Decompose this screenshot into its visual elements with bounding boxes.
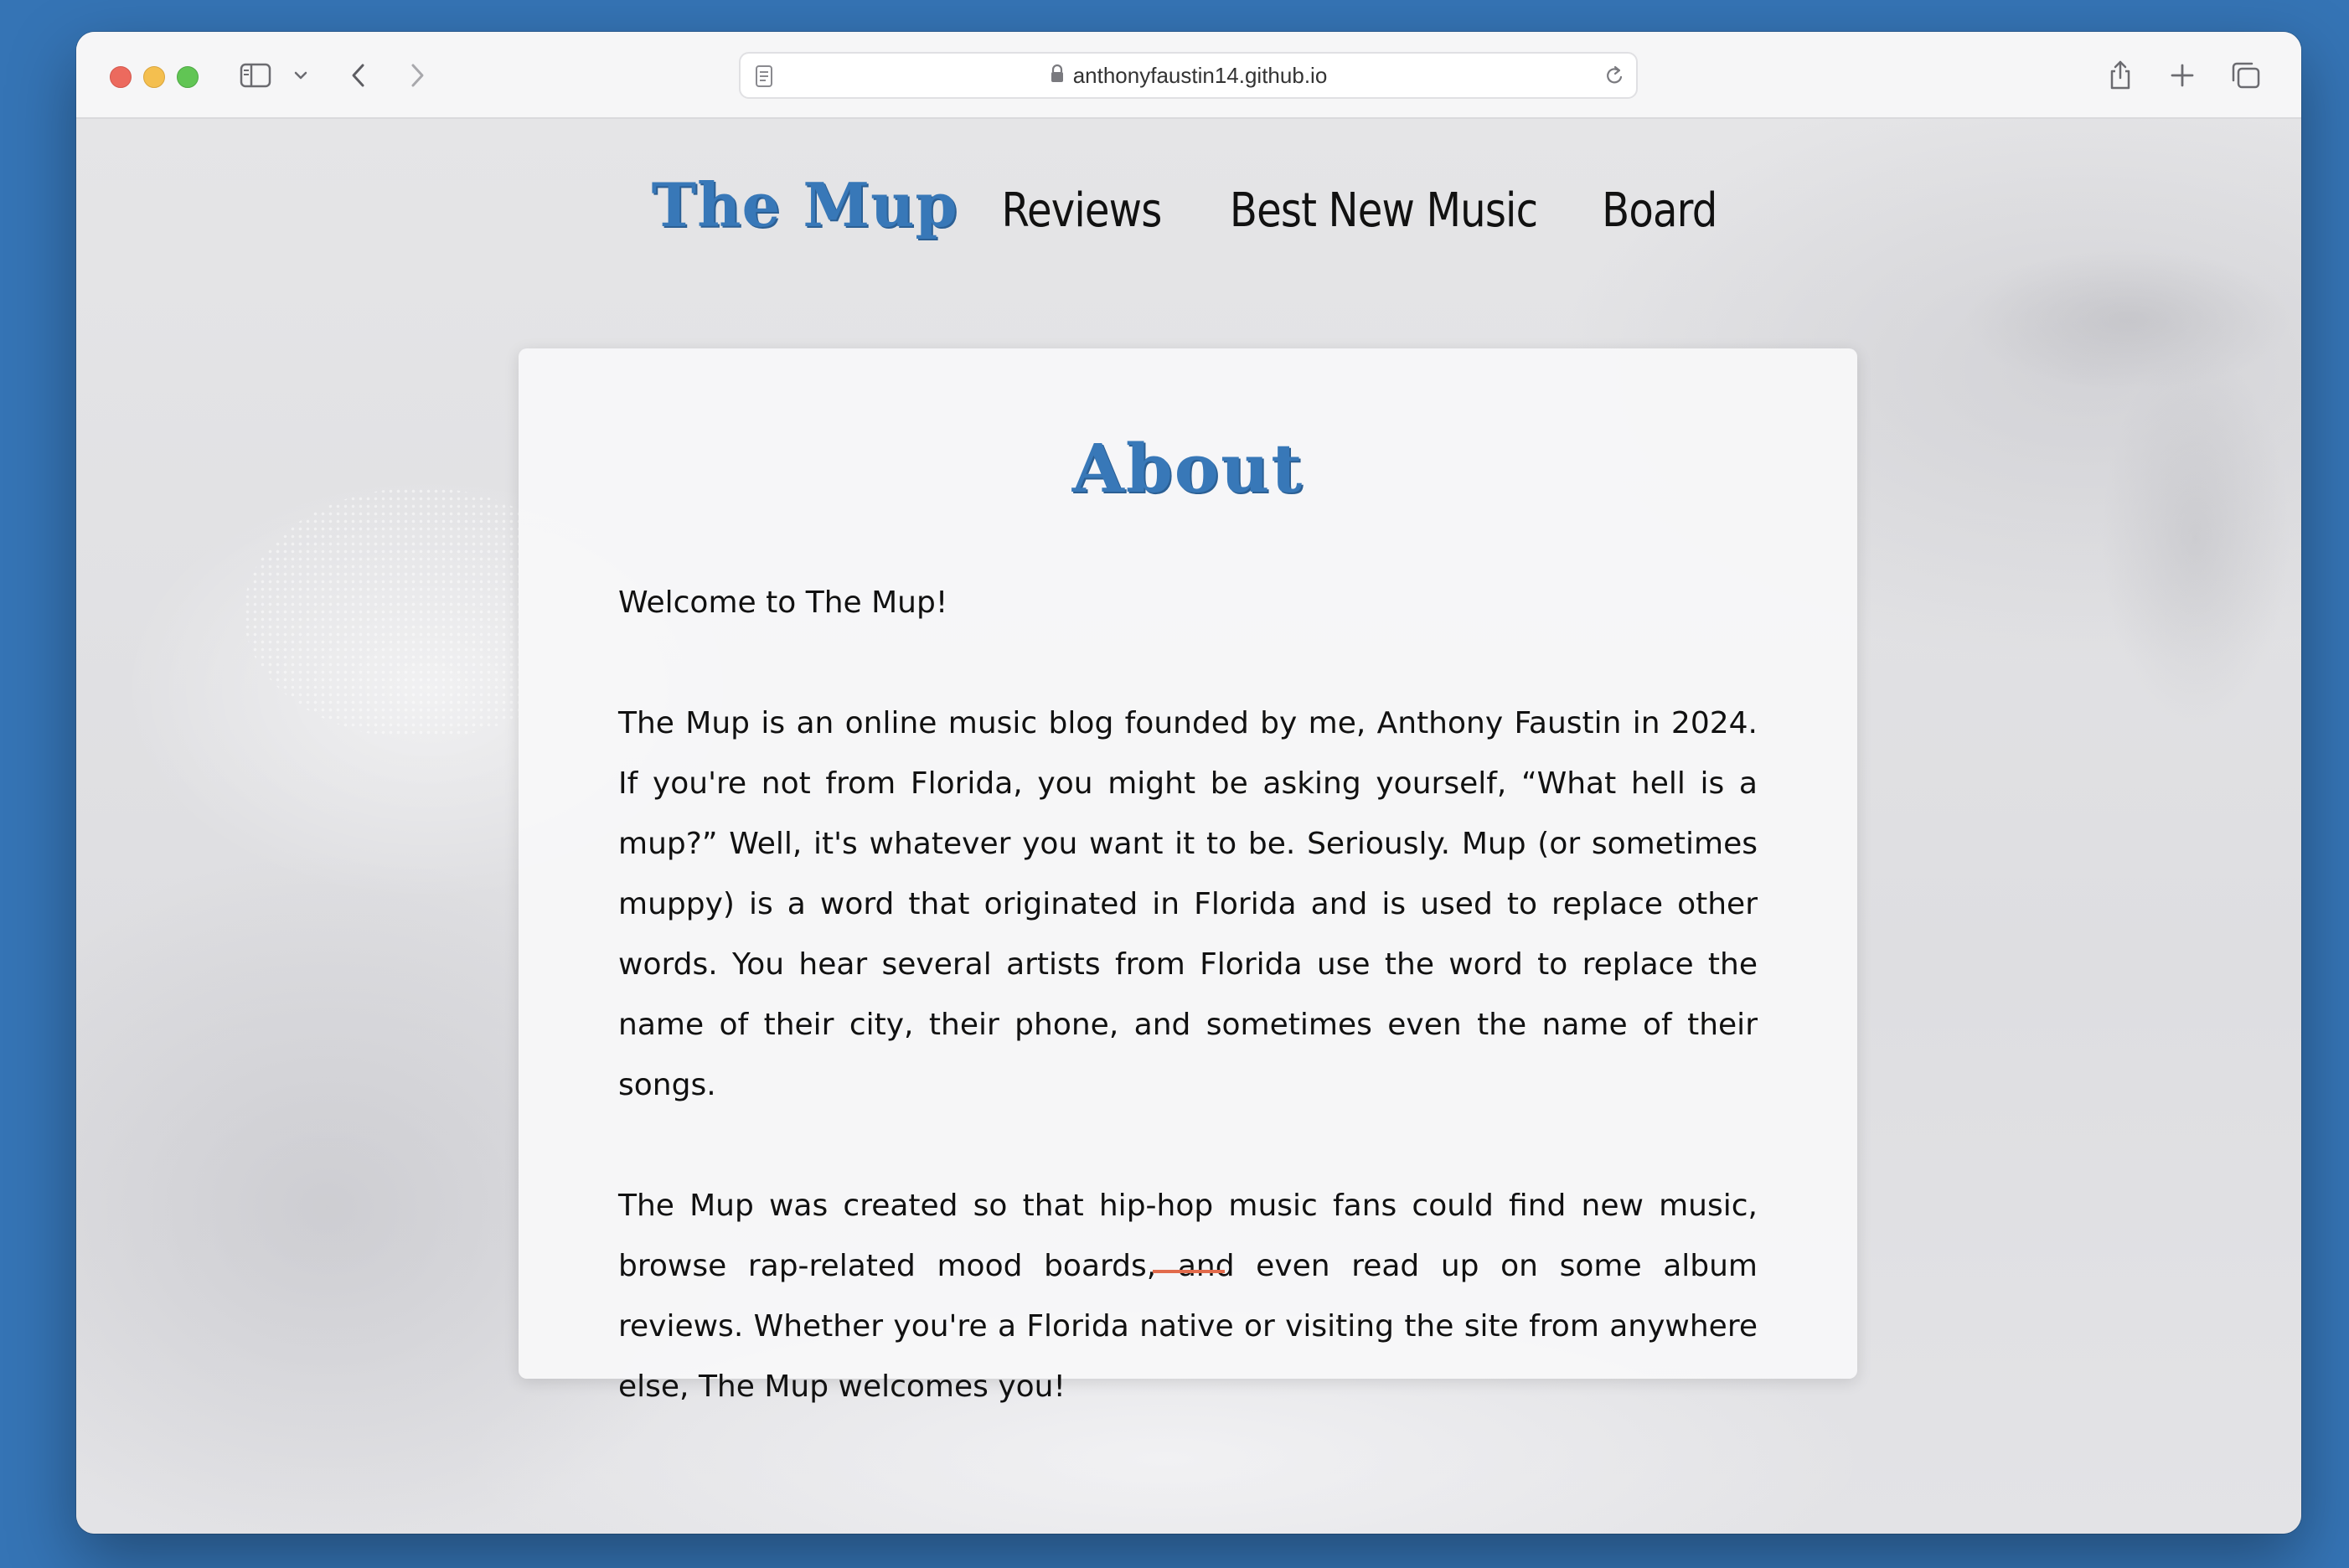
tab-overview-icon[interactable] — [2228, 57, 2263, 94]
address-bar[interactable]: anthonyfaustin14.github.io — [739, 52, 1638, 99]
nav-link-reviews[interactable]: Reviews — [1001, 183, 1162, 238]
nav-link-best-new-music[interactable]: Best New Music — [1230, 183, 1538, 238]
new-tab-icon[interactable] — [2167, 57, 2197, 94]
browser-toolbar: anthonyfaustin14.github.io — [76, 32, 2301, 119]
reload-icon[interactable] — [1603, 64, 1626, 93]
lock-icon — [1050, 64, 1065, 88]
browser-window: anthonyfaustin14.github.io The Mup Revie… — [76, 32, 2301, 1534]
about-body: Welcome to The Mup! The Mup is an online… — [618, 573, 1758, 1478]
about-paragraph-purpose: The Mup was created so that hip-hop musi… — [618, 1189, 1758, 1404]
brand-logo-link[interactable]: The Mup — [652, 169, 958, 240]
forward-arrow-icon[interactable] — [405, 57, 430, 94]
url-text[interactable]: anthonyfaustin14.github.io — [1073, 63, 1328, 89]
zoom-window-button[interactable] — [177, 66, 199, 88]
about-title: About — [1071, 429, 1304, 508]
back-arrow-icon[interactable] — [346, 57, 371, 94]
sidebar-icon[interactable] — [237, 57, 274, 94]
share-icon[interactable] — [2105, 57, 2135, 94]
about-paragraph-welcome: Welcome to The Mup! — [618, 585, 948, 620]
background-image — [1877, 152, 2301, 823]
close-window-button[interactable] — [110, 66, 132, 88]
page-content: The Mup Reviews Best New Music Board Abo… — [76, 119, 2301, 1534]
chevron-down-icon[interactable] — [292, 57, 309, 94]
nav-link-board[interactable]: Board — [1602, 183, 1717, 238]
section-divider — [1153, 1270, 1225, 1273]
about-paragraph-origin: The Mup is an online music blog founded … — [618, 706, 1758, 1102]
site-nav: The Mup Reviews Best New Music Board — [76, 169, 2301, 240]
minimize-window-button[interactable] — [143, 66, 165, 88]
about-card: About Welcome to The Mup! The Mup is an … — [519, 348, 1857, 1404]
